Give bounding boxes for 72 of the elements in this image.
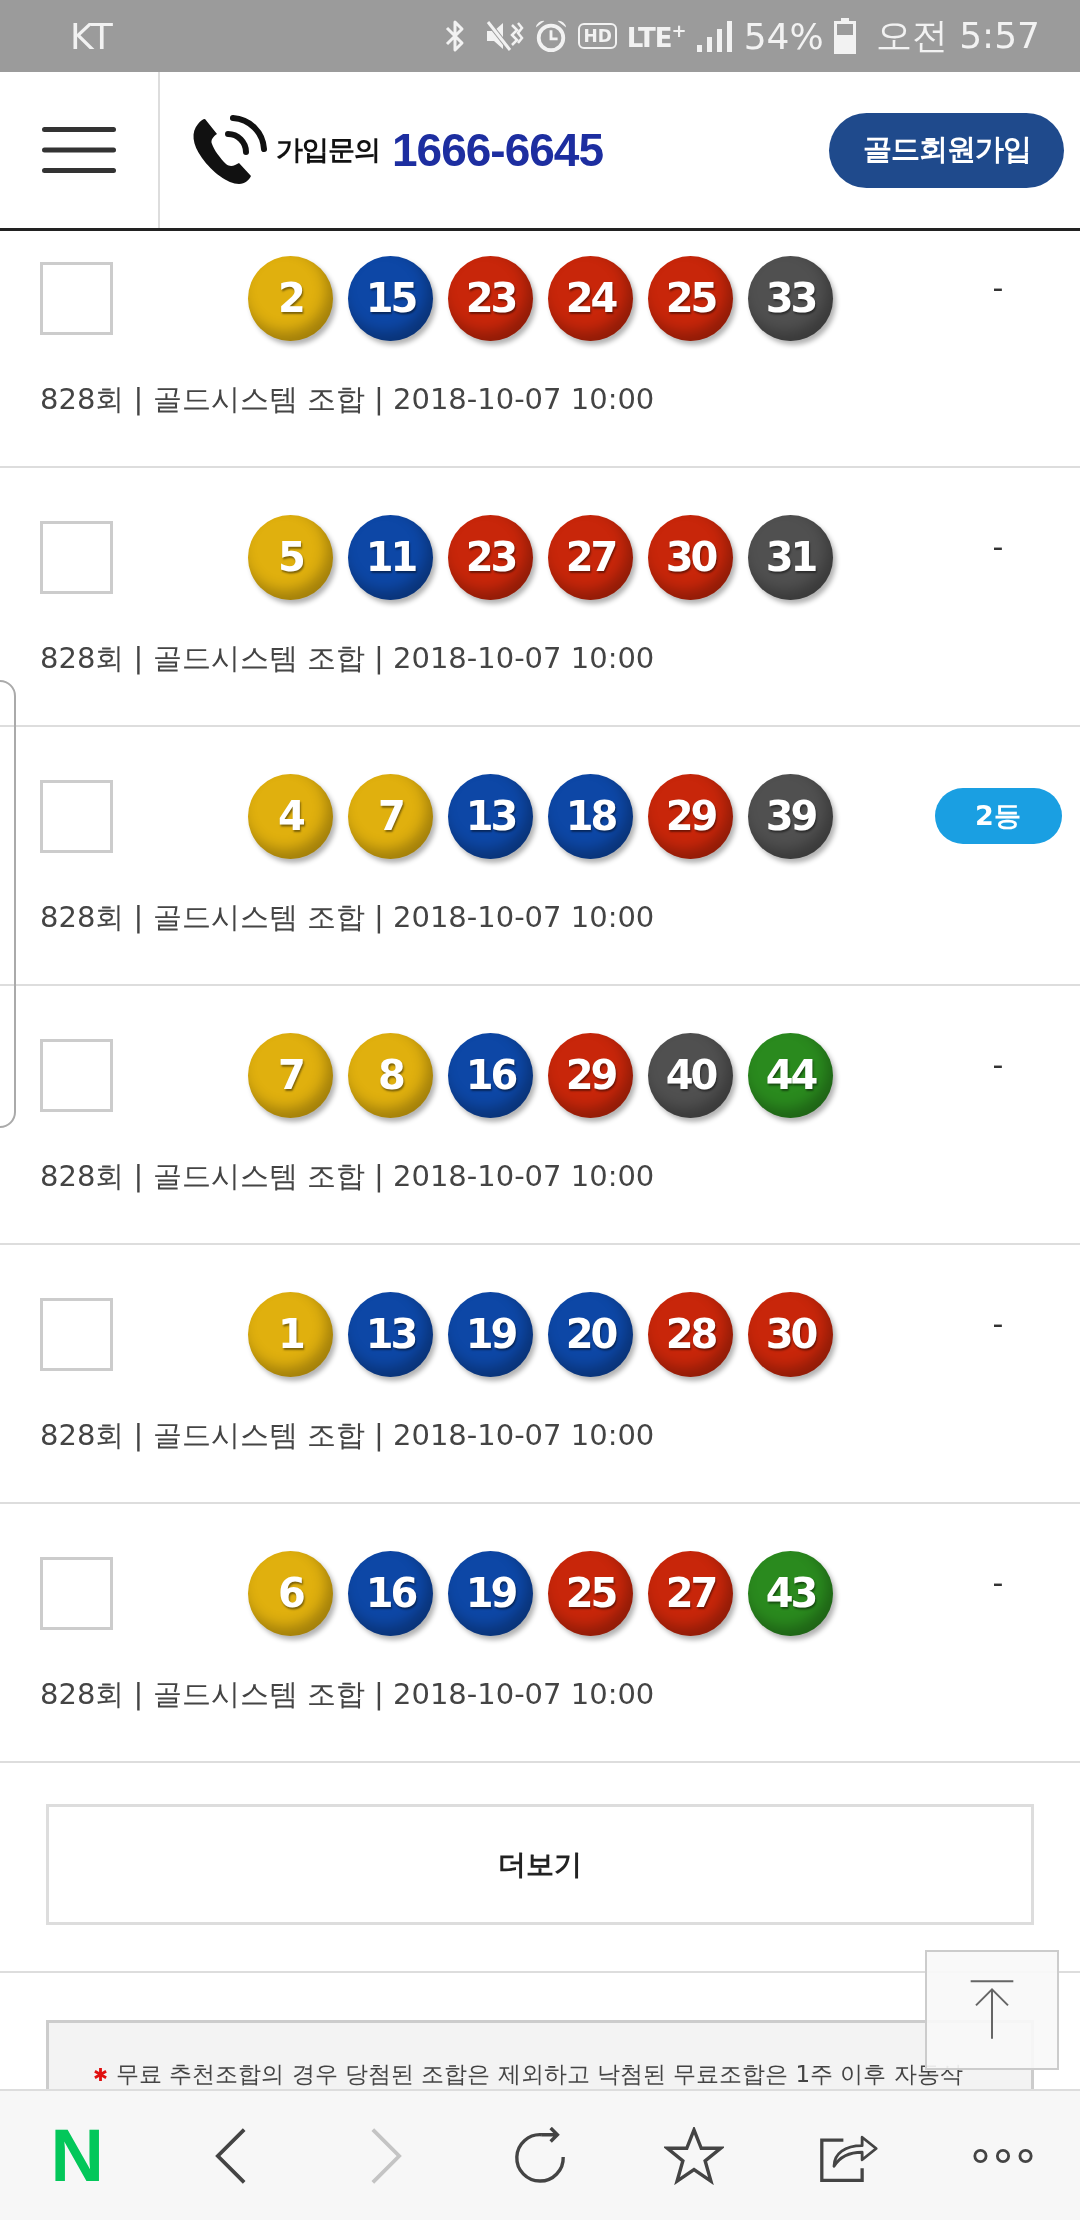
notice-text: 무료 추천조합의 경우 당첨된 조합은 제외하고 낙첨된 무료조합은 1주 이후 자동삭 — [116, 2061, 963, 2087]
lotto-ball: 43 — [748, 1550, 833, 1636]
no-result-dash: - — [992, 1564, 1004, 1600]
lotto-ball: 11 — [348, 514, 433, 600]
network-type: LTE$^{+}$ — [626, 19, 686, 53]
menu-button[interactable] — [42, 127, 116, 173]
alarm-clock-icon — [534, 19, 569, 53]
lotto-ball: 27 — [548, 514, 633, 600]
lotto-ball: 16 — [348, 1550, 433, 1636]
lotto-ball: 19 — [448, 1550, 533, 1636]
ticket-info: 828회 | 골드시스템 조합 | 2018-10-07 10:00 — [40, 1417, 656, 1454]
lotto-ball: 28 — [648, 1291, 733, 1377]
lotto-ball: 19 — [448, 1291, 533, 1377]
ticket-info: 828회 | 골드시스템 조합 | 2018-10-07 10:00 — [40, 1158, 656, 1195]
lotto-ball: 24 — [548, 255, 633, 341]
lotto-ball: 13 — [448, 773, 533, 859]
hd-voice-indicator: HD — [578, 23, 617, 49]
lotto-ball: 1 — [248, 1291, 333, 1377]
load-more-button[interactable]: 더보기 — [46, 1804, 1034, 1925]
checkbox[interactable] — [40, 520, 113, 594]
lotto-ball: 16 — [448, 1032, 533, 1118]
lotto-ball: 30 — [648, 514, 733, 600]
lotto-ball: 33 — [748, 255, 833, 341]
no-result-dash: - — [992, 528, 1004, 564]
lotto-ball: 7 — [348, 773, 433, 859]
ticket-info: 828회 | 골드시스템 조합 | 2018-10-07 10:00 — [40, 381, 656, 418]
lotto-ball: 29 — [548, 1032, 633, 1118]
lotto-ball: 27 — [648, 1550, 733, 1636]
vibrate-mute-icon — [484, 19, 525, 53]
carrier-name: KT — [70, 15, 113, 57]
lotto-ball: 31 — [748, 514, 833, 600]
lotto-ball: 15 — [348, 255, 433, 341]
ticket-info: 828회 | 골드시스템 조합 | 2018-10-07 10:00 — [40, 1676, 656, 1713]
arrow-to-top-icon — [968, 1980, 1016, 2040]
lotto-ball: 4 — [248, 773, 333, 859]
lotto-ball: 25 — [548, 1550, 633, 1636]
lotto-ball: 5 — [248, 514, 333, 600]
checkbox[interactable] — [40, 779, 113, 853]
join-button[interactable]: 골드회원가입 — [829, 112, 1064, 188]
lotto-ball: 29 — [648, 773, 733, 859]
lotto-ball: 20 — [548, 1291, 633, 1377]
asterisk-icon — [93, 2066, 108, 2082]
checkbox[interactable] — [40, 1556, 113, 1630]
menu-icon — [42, 127, 116, 173]
lotto-ball: 40 — [648, 1032, 733, 1118]
ticket-info: 828회 | 골드시스템 조합 | 2018-10-07 10:00 — [40, 640, 656, 677]
clock: 오전 5:57 — [875, 13, 1040, 58]
lotto-ball: 23 — [448, 255, 533, 341]
signal-icon — [695, 19, 734, 53]
phone-number[interactable]: 1666-6645 — [392, 123, 603, 177]
lotto-ball: 13 — [348, 1291, 433, 1377]
lotto-ball: 2 — [248, 255, 333, 341]
lotto-ball: 6 — [248, 1550, 333, 1636]
battery-percent: 54% — [743, 15, 824, 57]
checkbox[interactable] — [40, 261, 113, 335]
lotto-ball: 44 — [748, 1032, 833, 1118]
no-result-dash: - — [992, 1046, 1004, 1082]
lotto-ball: 23 — [448, 514, 533, 600]
no-result-dash: - — [992, 1305, 1004, 1341]
checkbox[interactable] — [40, 1297, 113, 1371]
rank-badge: 2등 — [934, 788, 1062, 844]
lotto-ball: 30 — [748, 1291, 833, 1377]
no-result-dash: - — [992, 269, 1004, 305]
checkbox[interactable] — [40, 1038, 113, 1112]
battery-icon — [833, 18, 856, 54]
lotto-ball: 39 — [748, 773, 833, 859]
lotto-ball: 7 — [248, 1032, 333, 1118]
lotto-ball: 8 — [348, 1032, 433, 1118]
lotto-ball: 18 — [548, 773, 633, 859]
contact-label: 가입문의 — [276, 133, 380, 167]
lotto-ball: 25 — [648, 255, 733, 341]
ticket-info: 828회 | 골드시스템 조합 | 2018-10-07 10:00 — [40, 899, 656, 936]
